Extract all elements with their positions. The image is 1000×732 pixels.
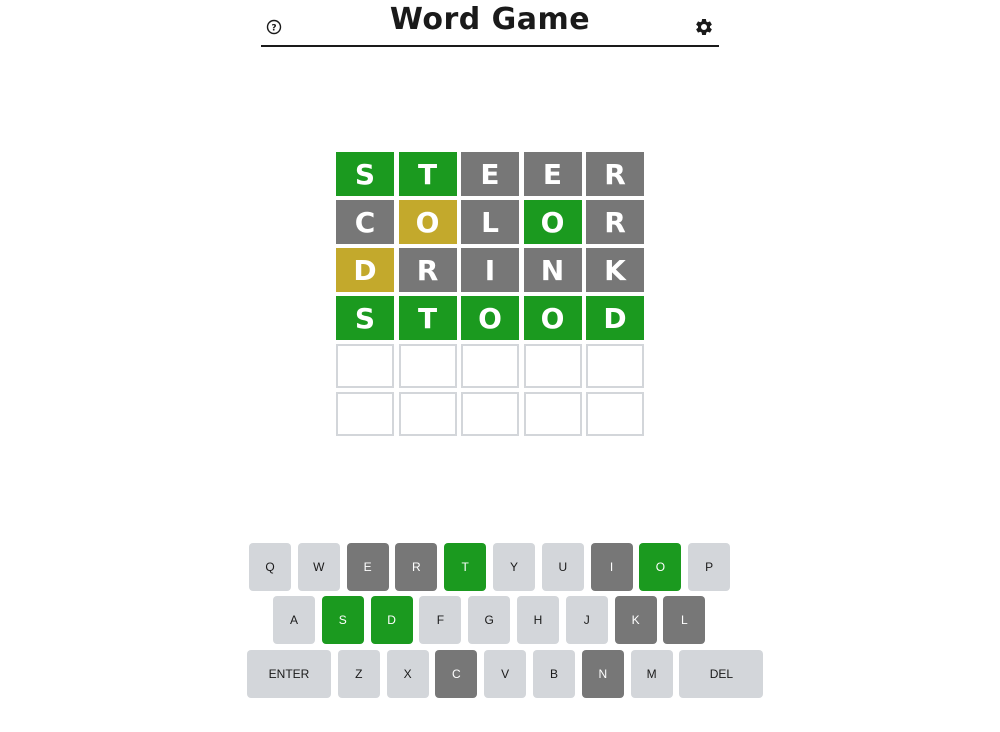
board-tile: O (523, 200, 582, 244)
gear-icon[interactable] (694, 17, 714, 37)
key-x[interactable]: X (386, 650, 429, 698)
board-tile: O (523, 296, 582, 340)
key-s[interactable]: S (321, 596, 364, 644)
board-tile: S (336, 296, 394, 340)
key-b[interactable]: B (533, 650, 575, 698)
key-p[interactable]: P (688, 543, 731, 591)
board-tile: E (461, 152, 519, 196)
key-k[interactable]: K (614, 596, 657, 644)
board-tile: K (586, 248, 644, 292)
board-tile: T (398, 152, 457, 196)
key-c[interactable]: C (435, 650, 478, 698)
board-tile (336, 392, 394, 436)
board-tile: D (586, 296, 644, 340)
board-tile: O (398, 200, 457, 244)
board-tile (398, 392, 457, 436)
board-tile: R (586, 152, 644, 196)
board-tile: C (336, 200, 394, 244)
key-w[interactable]: W (297, 543, 340, 591)
board-tile (336, 344, 394, 388)
key-d[interactable]: D (370, 596, 413, 644)
key-r[interactable]: R (395, 543, 438, 591)
keyboard-row: QWERTYUIOP (0, 543, 1000, 591)
board-tile (523, 344, 582, 388)
board-tile: D (336, 248, 394, 292)
key-q[interactable]: Q (249, 543, 291, 591)
key-del[interactable]: DEL (679, 650, 764, 698)
board-tile: I (461, 248, 519, 292)
board-tile (586, 392, 644, 436)
board-tile: L (461, 200, 519, 244)
board-tile (398, 344, 457, 388)
keyboard-row: ENTER Z X C V B N M DEL (0, 650, 1000, 698)
key-e[interactable]: E (346, 543, 389, 591)
board-tile: S (336, 152, 394, 196)
board-tile: O (461, 296, 519, 340)
key-u[interactable]: U (541, 543, 584, 591)
board-tile: E (523, 152, 582, 196)
key-h[interactable]: H (517, 596, 559, 644)
key-m[interactable]: M (630, 650, 673, 698)
board-tile (461, 392, 519, 436)
key-j[interactable]: J (565, 596, 608, 644)
key-o[interactable]: O (639, 543, 682, 591)
page-title: Word Game (389, 2, 591, 37)
key-y[interactable]: Y (493, 543, 535, 591)
board-tile (523, 392, 582, 436)
board-tile: N (523, 248, 582, 292)
key-v[interactable]: V (484, 650, 527, 698)
game-board: STEERCOLORDRINKSTOOD (336, 152, 644, 436)
board-tile (586, 344, 644, 388)
board-tile (461, 344, 519, 388)
key-i[interactable]: I (590, 543, 633, 591)
key-t[interactable]: T (444, 543, 487, 591)
board-tile: T (398, 296, 457, 340)
key-n[interactable]: N (581, 650, 624, 698)
key-l[interactable]: L (663, 596, 706, 644)
app-header: ? Word Game (261, 0, 719, 47)
board-tile: R (586, 200, 644, 244)
keyboard-row: ASDFGHJKL (0, 596, 1000, 644)
key-f[interactable]: F (419, 596, 462, 644)
key-g[interactable]: G (468, 596, 511, 644)
key-enter[interactable]: ENTER (247, 650, 331, 698)
key-a[interactable]: A (273, 596, 315, 644)
key-z[interactable]: Z (337, 650, 380, 698)
board-tile: R (398, 248, 457, 292)
